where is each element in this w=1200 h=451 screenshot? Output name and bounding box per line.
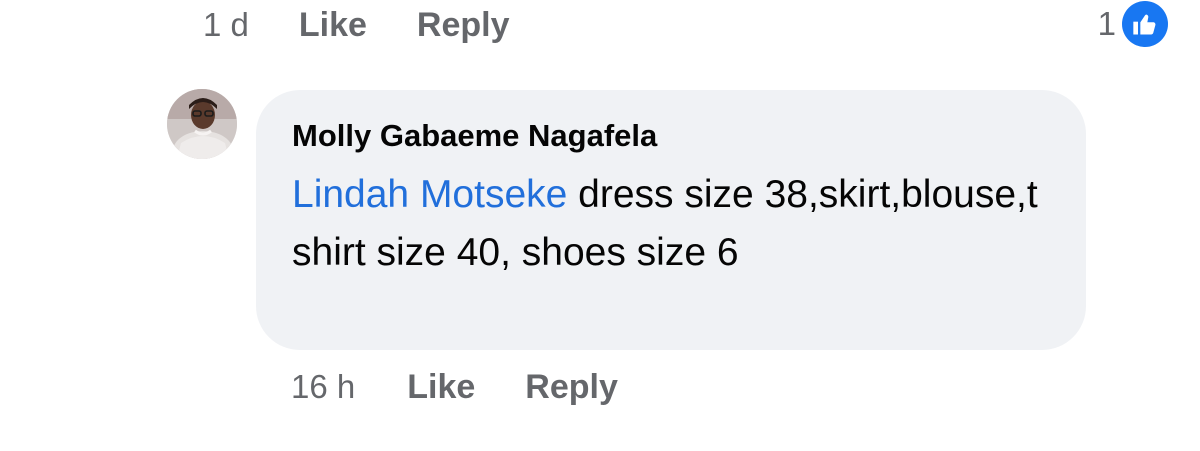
thumbs-up-icon bbox=[1122, 1, 1168, 47]
mention-link[interactable]: Lindah Motseke bbox=[292, 173, 567, 216]
comment-author[interactable]: Molly Gabaeme Nagafela bbox=[292, 118, 1050, 154]
previous-comment-actions: 1 d Like Reply bbox=[203, 2, 510, 48]
reply-button[interactable]: Reply bbox=[417, 6, 510, 45]
reply-button[interactable]: Reply bbox=[525, 368, 618, 407]
like-button[interactable]: Like bbox=[299, 6, 367, 45]
comment-timestamp: 16 h bbox=[291, 368, 356, 405]
comment-actions: 16 h Like Reply bbox=[291, 364, 618, 410]
reaction-count: 1 bbox=[1097, 5, 1116, 42]
like-button[interactable]: Like bbox=[407, 368, 475, 407]
avatar[interactable] bbox=[167, 89, 237, 159]
comment-text: Lindah Motseke dress size 38,skirt,blous… bbox=[292, 166, 1062, 282]
reactions-summary[interactable]: 1 bbox=[1098, 0, 1168, 48]
comment-timestamp: 1 d bbox=[203, 6, 249, 43]
comment-bubble: Molly Gabaeme Nagafela Lindah Motseke dr… bbox=[256, 90, 1086, 350]
